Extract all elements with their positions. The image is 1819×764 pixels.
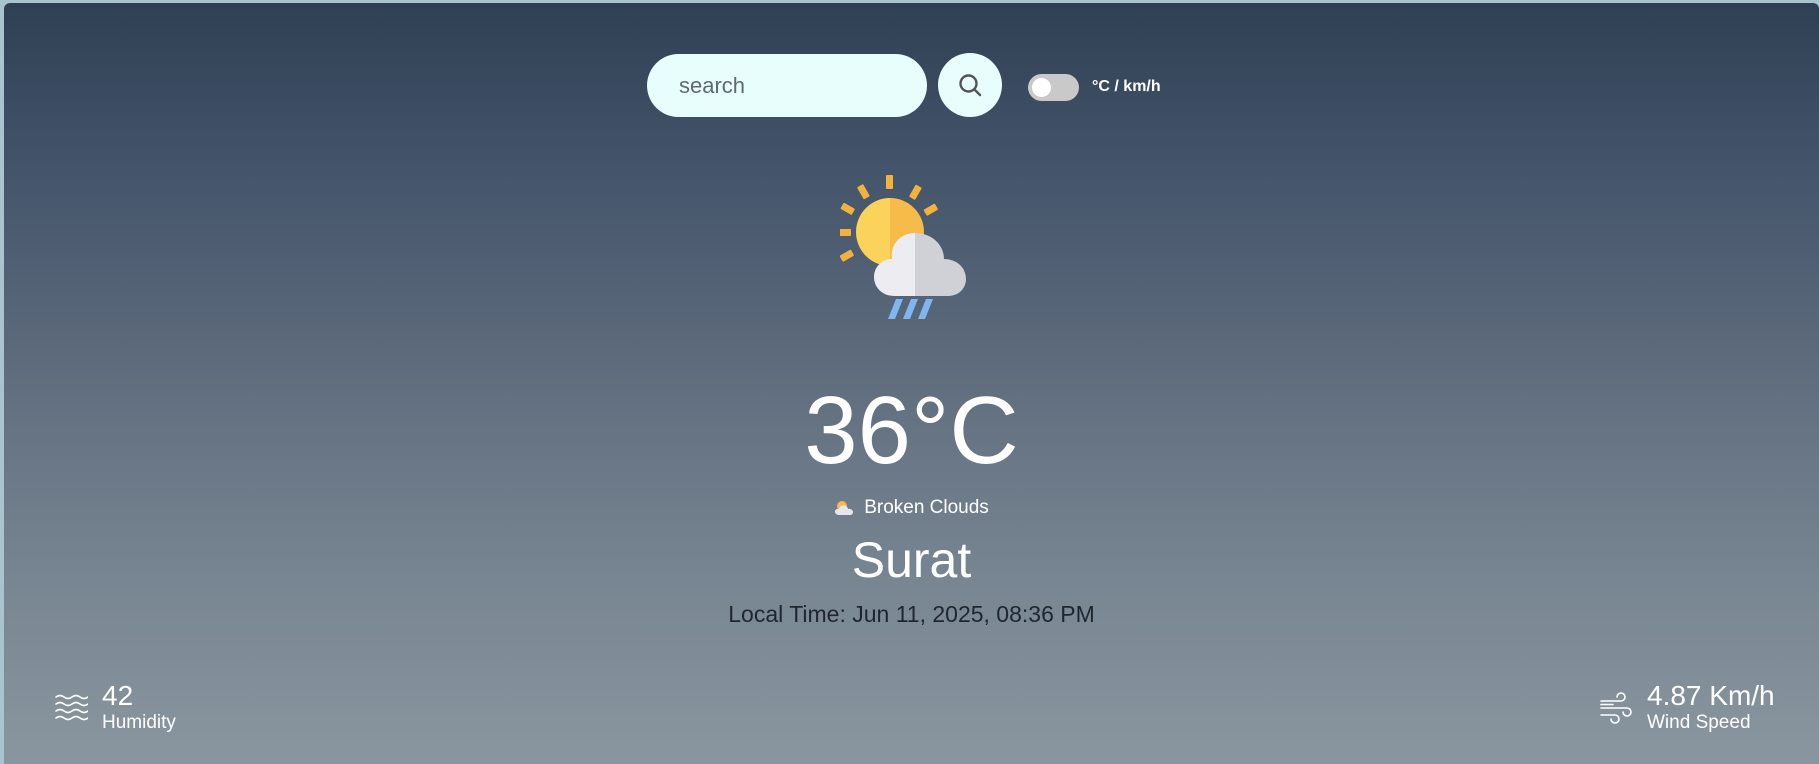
weather-app-card: °C / km/h 36°C Broken Clouds: [4, 3, 1819, 764]
wind-text: 4.87 Km/h Wind Speed: [1647, 680, 1775, 735]
search-bar[interactable]: [647, 54, 927, 117]
wind-stat: 4.87 Km/h Wind Speed: [1599, 680, 1775, 735]
humidity-label: Humidity: [102, 711, 176, 733]
humidity-value: 42: [102, 680, 134, 711]
temperature-display: 36°C: [804, 377, 1019, 484]
search-input[interactable]: [677, 71, 897, 100]
wind-value: 4.87 Km/h: [1647, 680, 1775, 711]
unit-toggle-label: °C / km/h: [1092, 78, 1161, 95]
local-time-text: Local Time: Jun 11, 2025, 08:36 PM: [728, 601, 1095, 627]
toggle-knob: [1032, 78, 1051, 97]
unit-toggle-switch[interactable]: [1028, 74, 1079, 101]
wind-label: Wind Speed: [1647, 711, 1751, 733]
search-button[interactable]: [938, 53, 1002, 117]
humidity-text: 42 Humidity: [102, 680, 176, 735]
wind-icon: [1600, 692, 1632, 724]
weather-condition: Broken Clouds: [4, 497, 1819, 519]
city-name: Surat: [851, 532, 972, 588]
humidity-stat: 42 Humidity: [54, 680, 176, 735]
search-icon: [959, 74, 982, 97]
sun-cloud-rain-icon: [840, 175, 966, 319]
condition-text: Broken Clouds: [864, 497, 989, 518]
waves-icon: [55, 694, 88, 721]
cloud-sun-small-icon: [835, 501, 854, 515]
